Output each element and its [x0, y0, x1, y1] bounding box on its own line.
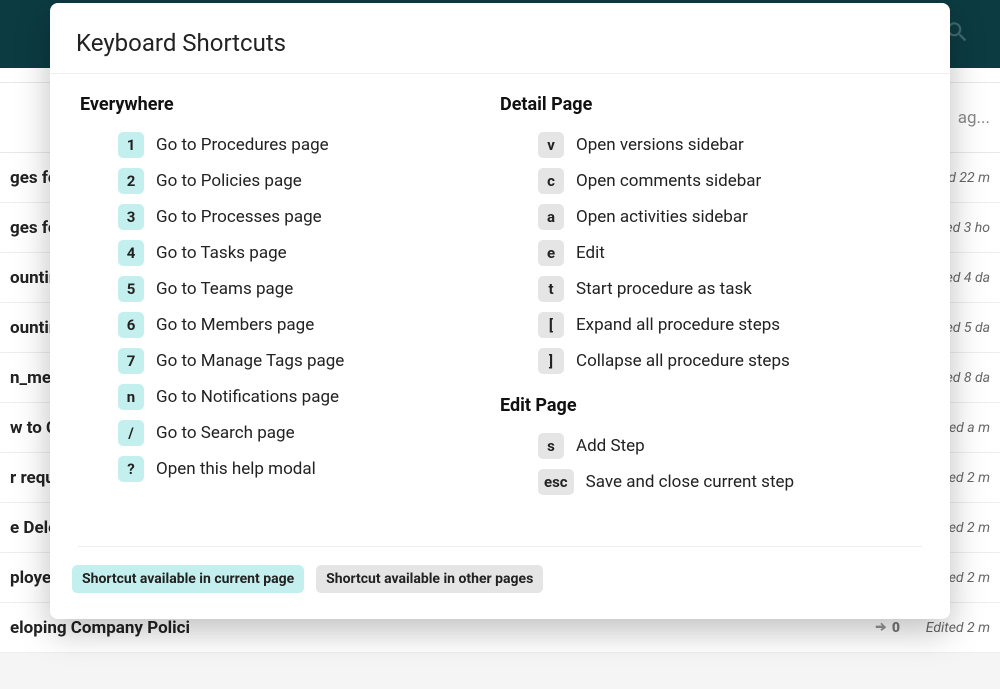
shortcut-row: e Edit [538, 235, 920, 271]
modal-footer: Shortcut available in current page Short… [50, 532, 950, 619]
shortcut-label: Edit [576, 243, 605, 263]
shortcut-row: t Start procedure as task [538, 271, 920, 307]
shortcut-row: n Go to Notifications page [118, 379, 500, 415]
shortcut-label: Go to Teams page [156, 279, 293, 299]
shortcut-key: c [538, 168, 564, 194]
shortcut-key: [ [538, 312, 564, 338]
legend: Shortcut available in current page Short… [72, 565, 928, 593]
shortcut-list: v Open versions sidebar c Open comments sid… [500, 127, 920, 379]
shortcut-row: / Go to Search page [118, 415, 500, 451]
shortcut-label: Add Step [576, 436, 645, 456]
shortcut-label: Go to Search page [156, 423, 295, 443]
shortcut-key: 3 [118, 204, 144, 230]
shortcut-key: 1 [118, 132, 144, 158]
shortcut-label: Collapse all procedure steps [576, 351, 790, 371]
shortcut-row: 6 Go to Members page [118, 307, 500, 343]
shortcut-label: Go to Procedures page [156, 135, 329, 155]
shortcut-label: Go to Members page [156, 315, 314, 335]
legend-available-badge: Shortcut available in current page [72, 565, 304, 593]
shortcut-key: e [538, 240, 564, 266]
shortcut-key: v [538, 132, 564, 158]
shortcut-label: Start procedure as task [576, 279, 752, 299]
shortcut-key: ] [538, 348, 564, 374]
legend-other-badge: Shortcut available in other pages [316, 565, 543, 593]
shortcut-row: esc Save and close current step [538, 464, 920, 500]
shortcut-label: Open versions sidebar [576, 135, 744, 155]
shortcut-row: [ Expand all procedure steps [538, 307, 920, 343]
shortcut-key: esc [538, 469, 574, 495]
shortcut-label: Go to Processes page [156, 207, 322, 227]
keyboard-shortcuts-modal: Keyboard Shortcuts Everywhere 1 Go to Proc… [50, 3, 950, 619]
shortcut-key: 6 [118, 312, 144, 338]
section-title: Edit Page [500, 395, 920, 416]
shortcut-list: s Add Stepesc Save and close current step [500, 428, 920, 500]
shortcut-column-left: Everywhere 1 Go to Procedures page 2 Go to P… [80, 94, 500, 522]
shortcut-label: Open comments sidebar [576, 171, 761, 191]
shortcut-key: / [118, 420, 144, 446]
shortcut-label: Save and close current step [586, 472, 794, 492]
modal-title: Keyboard Shortcuts [50, 3, 950, 74]
shortcut-row: v Open versions sidebar [538, 127, 920, 163]
shortcut-key: ? [118, 456, 144, 482]
shortcut-label: Go to Tasks page [156, 243, 287, 263]
shortcut-key: 2 [118, 168, 144, 194]
shortcut-row: s Add Step [538, 428, 920, 464]
shortcut-row: 1 Go to Procedures page [118, 127, 500, 163]
shortcut-row: 5 Go to Teams page [118, 271, 500, 307]
shortcut-label: Go to Policies page [156, 171, 302, 191]
shortcut-key: 4 [118, 240, 144, 266]
shortcut-row: a Open activities sidebar [538, 199, 920, 235]
shortcut-list: 1 Go to Procedures page 2 Go to Policies pa… [80, 127, 500, 487]
shortcut-row: 7 Go to Manage Tags page [118, 343, 500, 379]
section-title: Detail Page [500, 94, 920, 115]
shortcut-label: Go to Notifications page [156, 387, 339, 407]
shortcut-key: 7 [118, 348, 144, 374]
modal-body: Everywhere 1 Go to Procedures page 2 Go to P… [50, 74, 950, 532]
shortcut-key: 5 [118, 276, 144, 302]
section-title: Everywhere [80, 94, 500, 115]
shortcut-key: t [538, 276, 564, 302]
shortcut-label: Expand all procedure steps [576, 315, 780, 335]
shortcut-label: Open activities sidebar [576, 207, 748, 227]
shortcut-key: n [118, 384, 144, 410]
divider [78, 546, 922, 547]
shortcut-row: 3 Go to Processes page [118, 199, 500, 235]
shortcut-label: Go to Manage Tags page [156, 351, 344, 371]
shortcut-row: ? Open this help modal [118, 451, 500, 487]
shortcut-label: Open this help modal [156, 459, 316, 479]
shortcut-row: 4 Go to Tasks page [118, 235, 500, 271]
shortcut-row: ] Collapse all procedure steps [538, 343, 920, 379]
shortcut-column-right: Detail Page v Open versions sidebar c Open c… [500, 94, 920, 522]
shortcut-row: c Open comments sidebar [538, 163, 920, 199]
shortcut-key: a [538, 204, 564, 230]
shortcut-key: s [538, 433, 564, 459]
shortcut-row: 2 Go to Policies page [118, 163, 500, 199]
